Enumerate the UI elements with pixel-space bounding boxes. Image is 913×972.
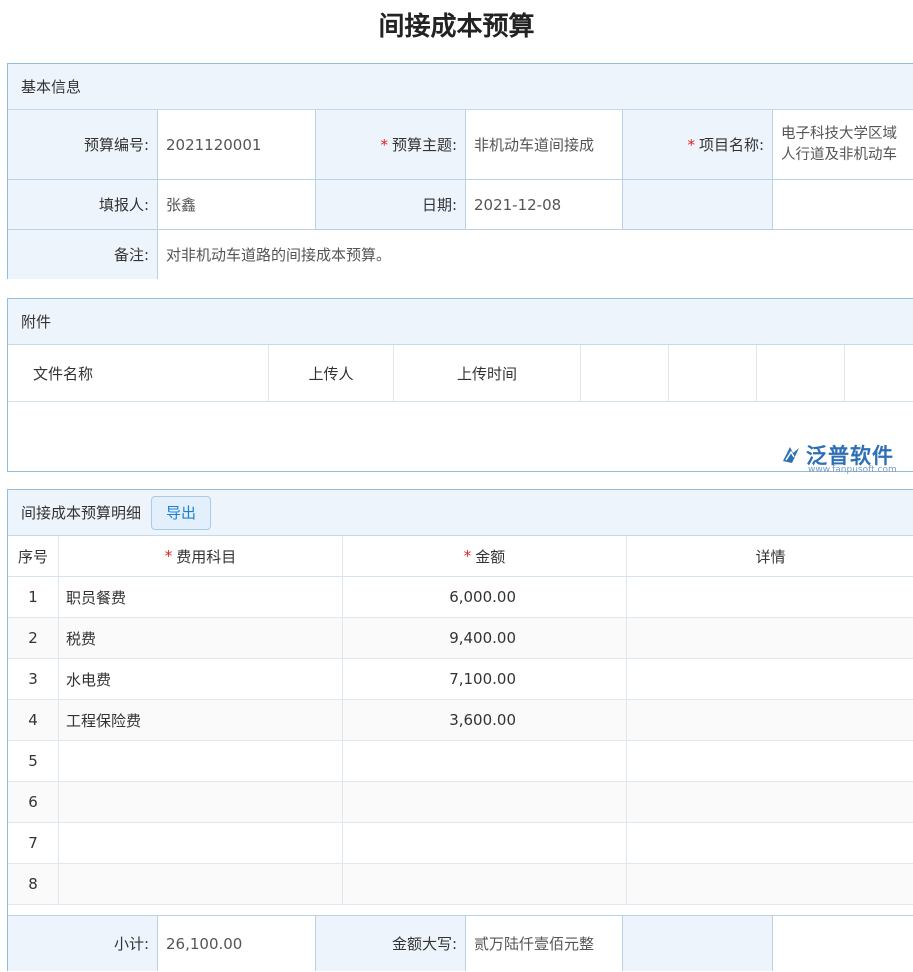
row-amount[interactable]: [343, 741, 627, 781]
row-detail[interactable]: [627, 782, 913, 822]
col-expense-item: * 费用科目: [59, 536, 343, 576]
project-field[interactable]: 电子科技大学区域 人行道及非机动车: [773, 110, 913, 180]
row-amount[interactable]: 9,400.00: [343, 618, 627, 658]
row-no: 3: [8, 659, 59, 699]
row-detail[interactable]: [627, 741, 913, 781]
capital-amount-value: 贰万陆仟壹佰元整: [466, 916, 623, 971]
row-detail[interactable]: [627, 577, 913, 617]
subject-label: * 预算主题:: [316, 110, 466, 180]
row-expense-item[interactable]: 工程保险费: [59, 700, 343, 740]
project-label: * 项目名称:: [623, 110, 773, 180]
table-row[interactable]: 3 水电费 7,100.00: [8, 659, 913, 700]
empty-value-cell: [773, 180, 913, 230]
row-no: 4: [8, 700, 59, 740]
basic-info-panel: 基本信息 预算编号: 2021120001 * 预算主题: 非机动车道间接成 * 项…: [7, 63, 913, 279]
row-no: 8: [8, 864, 59, 904]
empty-value-cell: [773, 916, 913, 971]
row-amount[interactable]: [343, 782, 627, 822]
reporter-label: 填报人:: [8, 180, 158, 230]
subtotal-label: 小计:: [8, 916, 158, 971]
budget-detail-panel: 间接成本预算明细 导出 序号 * 费用科目 * 金额 详情 1 职员餐费 6,000…: [7, 489, 913, 971]
row-expense-item[interactable]: [59, 823, 343, 863]
row-expense-item[interactable]: 税费: [59, 618, 343, 658]
attachment-table-header: 文件名称 上传人 上传时间: [8, 345, 913, 402]
date-label: 日期:: [316, 180, 466, 230]
table-row[interactable]: 2 税费 9,400.00: [8, 618, 913, 659]
attachment-col-uploader: 上传人: [269, 345, 394, 401]
basic-info-header: 基本信息: [8, 64, 913, 110]
detail-table-header: 序号 * 费用科目 * 金额 详情: [8, 536, 913, 577]
required-mark: *: [380, 135, 388, 154]
attachment-col-extra: [581, 345, 669, 401]
row-amount[interactable]: 6,000.00: [343, 577, 627, 617]
capital-amount-label: 金额大写:: [316, 916, 466, 971]
attachment-col-extra: [669, 345, 757, 401]
empty-label-cell: [623, 180, 773, 230]
row-detail[interactable]: [627, 823, 913, 863]
row-amount[interactable]: [343, 823, 627, 863]
page-title: 间接成本预算: [378, 12, 535, 42]
row-no: 6: [8, 782, 59, 822]
row-expense-item[interactable]: [59, 741, 343, 781]
table-row[interactable]: 1 职员餐费 6,000.00: [8, 577, 913, 618]
attachment-col-filename: 文件名称: [8, 345, 269, 401]
table-row[interactable]: 5: [8, 741, 913, 782]
row-no: 5: [8, 741, 59, 781]
required-mark: *: [463, 547, 472, 565]
date-field[interactable]: 2021-12-08: [466, 180, 623, 230]
logo-mark-icon: [783, 447, 799, 463]
empty-label-cell: [623, 916, 773, 971]
table-row[interactable]: 4 工程保险费 3,600.00: [8, 700, 913, 741]
row-no: 7: [8, 823, 59, 863]
row-amount[interactable]: [343, 864, 627, 904]
col-detail: 详情: [755, 547, 786, 566]
col-no: 序号: [8, 536, 59, 576]
attachment-header: 附件: [8, 299, 913, 345]
row-no: 1: [8, 577, 59, 617]
fanpu-logo: 泛普软件 www.fanpusoft.com: [776, 438, 906, 478]
table-row[interactable]: 7: [8, 823, 913, 864]
row-expense-item[interactable]: [59, 782, 343, 822]
row-detail[interactable]: [627, 700, 913, 740]
budget-detail-title: 间接成本预算明细: [21, 504, 142, 522]
row-amount[interactable]: 3,600.00: [343, 700, 627, 740]
table-row[interactable]: 8: [8, 864, 913, 905]
row-detail[interactable]: [627, 659, 913, 699]
row-detail[interactable]: [627, 864, 913, 904]
attachment-col-upload-time: 上传时间: [394, 345, 581, 401]
subtotal-value: 26,100.00: [158, 916, 316, 971]
budget-no-field[interactable]: 2021120001: [158, 110, 316, 180]
budget-detail-header: 间接成本预算明细 导出: [8, 490, 913, 536]
row-expense-item[interactable]: [59, 864, 343, 904]
attachment-col-extra: [757, 345, 845, 401]
required-mark: *: [687, 135, 695, 154]
row-expense-item[interactable]: 职员餐费: [59, 577, 343, 617]
row-detail[interactable]: [627, 618, 913, 658]
row-expense-item[interactable]: 水电费: [59, 659, 343, 699]
remark-field[interactable]: 对非机动车道路的间接成本预算。: [158, 230, 913, 279]
row-amount[interactable]: 7,100.00: [343, 659, 627, 699]
table-row[interactable]: 6: [8, 782, 913, 823]
budget-no-label: 预算编号:: [8, 110, 158, 180]
row-no: 2: [8, 618, 59, 658]
logo-site: www.fanpusoft.com: [808, 465, 897, 475]
required-mark: *: [164, 547, 173, 565]
col-amount: * 金额: [343, 536, 627, 576]
subject-field[interactable]: 非机动车道间接成: [466, 110, 623, 180]
reporter-field[interactable]: 张鑫: [158, 180, 316, 230]
remark-label: 备注:: [8, 230, 158, 279]
detail-footer: 小计: 26,100.00 金额大写: 贰万陆仟壹佰元整: [8, 915, 913, 972]
export-button[interactable]: 导出: [151, 495, 212, 530]
